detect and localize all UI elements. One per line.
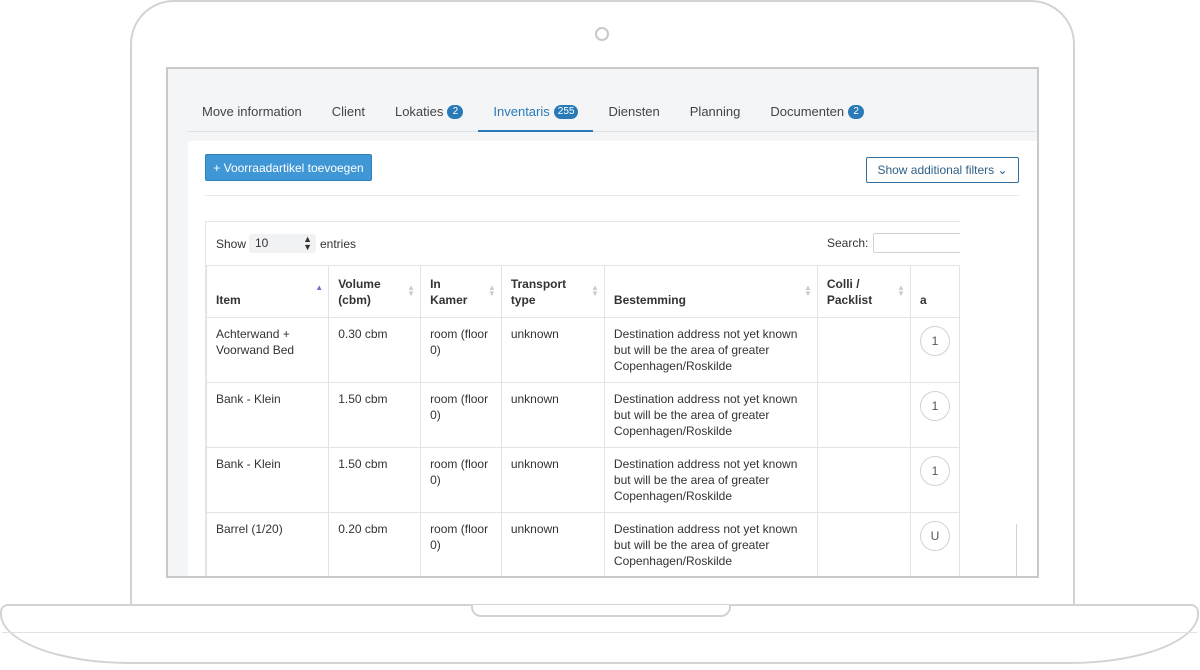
cell-volume: 1.50 cbm: [328, 447, 422, 513]
column-label: Transport: [510, 277, 567, 291]
datatable-controls: Show 10 ▲ ▼ entries Search:: [216, 233, 960, 256]
row-action-button[interactable]: U: [919, 521, 950, 551]
column-header-destination[interactable]: Bestemming ▲ ▼: [603, 265, 818, 318]
tab-label: Move information: [202, 104, 302, 119]
cell-room: room (floor 0): [420, 382, 502, 448]
cell-destination: Destination address not yet known but wi…: [603, 382, 818, 448]
count-badge: 255: [553, 105, 579, 119]
cell-destination: Destination address not yet known but wi…: [603, 512, 818, 576]
cell-colli: [816, 447, 911, 513]
cell-item: Bank - Klein: [206, 447, 330, 513]
cell-actions: 1: [909, 382, 960, 448]
tab-label: Client: [331, 104, 365, 119]
cell-transport: unknown: [500, 512, 605, 576]
inventory-panel: + Voorraadartikel toevoegen Show additio…: [188, 141, 1037, 576]
sort-icon: ▲ ▼: [487, 283, 496, 298]
laptop-hinge: [471, 605, 731, 617]
tab-label: Lokaties: [394, 104, 444, 119]
table-row[interactable]: Bank - Klein 1.50 cbm room (floor 0) unk…: [206, 447, 960, 513]
search-label: Search:: [827, 236, 869, 250]
column-label: Kamer: [430, 293, 468, 307]
cell-actions: 1: [909, 317, 960, 383]
sort-icon: ▲ ▼: [897, 283, 905, 298]
entries-length-value: 10: [255, 236, 269, 250]
select-arrows-icon: ▲ ▼: [303, 234, 312, 252]
cell-actions: U: [909, 512, 960, 576]
column-header-item[interactable]: Item ▲: [206, 265, 330, 318]
column-label: (cbm): [338, 293, 371, 307]
sort-icon: ▲ ▼: [407, 283, 416, 298]
row-action-button[interactable]: 1: [919, 456, 950, 486]
tab-client[interactable]: Client: [317, 69, 380, 131]
cell-volume: 0.20 cbm: [328, 512, 422, 576]
sort-icon: ▲ ▼: [803, 283, 812, 298]
search-input[interactable]: [873, 233, 960, 253]
cell-volume: 1.50 cbm: [328, 382, 422, 448]
cell-volume: 0.30 cbm: [328, 317, 422, 383]
column-header-transport[interactable]: Transport type ▲ ▼: [500, 265, 605, 318]
entries-label: entries: [320, 237, 357, 251]
tab-inventaris[interactable]: Inventaris 255: [478, 69, 594, 132]
laptop-base-line: [2, 632, 1197, 633]
cell-transport: unknown: [500, 382, 605, 448]
column-label: Packlist: [826, 293, 873, 307]
entries-length-select[interactable]: 10 ▲ ▼: [249, 234, 316, 253]
show-label: Show: [216, 237, 247, 251]
cell-destination: Destination address not yet known but wi…: [603, 317, 818, 383]
tab-bar: Move information Client Lokaties 2 Invent…: [187, 69, 1037, 132]
column-label: Volume: [338, 277, 381, 291]
row-action-button[interactable]: 1: [919, 391, 950, 421]
table-row[interactable]: Achterwand + Voorwand Bed 0.30 cbm room …: [206, 317, 960, 383]
sort-asc-icon: ▲: [315, 283, 324, 292]
table-row[interactable]: Barrel (1/20) 0.20 cbm room (floor 0) un…: [206, 512, 960, 576]
tab-label: Inventaris: [493, 104, 550, 119]
table-header-row: Item ▲ Volume (cbm) ▲ ▼ In Kamer ▲ ▼ Tra…: [206, 265, 960, 318]
tab-lokaties[interactable]: Lokaties 2: [380, 69, 478, 131]
inventory-datatable: Show 10 ▲ ▼ entries Search: Item ▲ Volum…: [205, 221, 960, 576]
camera-icon: [595, 27, 609, 41]
column-header-actions[interactable]: a: [909, 265, 960, 318]
column-label: Item: [216, 293, 241, 307]
table-row[interactable]: Bank - Klein 1.50 cbm room (floor 0) unk…: [206, 382, 960, 448]
column-header-colli[interactable]: Colli / Packlist ▲ ▼: [816, 265, 911, 318]
tab-diensten[interactable]: Diensten: [593, 69, 674, 131]
column-label: Bestemming: [613, 293, 686, 307]
tab-planning[interactable]: Planning: [675, 69, 756, 131]
cell-room: room (floor 0): [420, 512, 502, 576]
tab-documenten[interactable]: Documenten 2: [755, 69, 879, 131]
tab-label: Planning: [689, 104, 741, 119]
tab-label: Diensten: [608, 104, 660, 119]
cell-room: room (floor 0): [420, 317, 502, 383]
cell-transport: unknown: [500, 447, 605, 513]
cell-item: Barrel (1/20): [206, 512, 330, 576]
column-label: type: [510, 293, 536, 307]
tab-label: Documenten: [770, 104, 845, 119]
show-filters-button[interactable]: Show additional filters ⌄: [866, 157, 1019, 183]
add-stock-item-button[interactable]: + Voorraadartikel toevoegen: [205, 154, 372, 181]
cell-item: Achterwand + Voorwand Bed: [206, 317, 330, 383]
cell-item: Bank - Klein: [206, 382, 330, 448]
scrollbar-edge[interactable]: [1016, 524, 1017, 576]
cell-colli: [816, 382, 911, 448]
column-label: a: [919, 293, 927, 307]
column-label: In: [430, 277, 441, 291]
divider: [205, 195, 1019, 196]
count-badge: 2: [447, 105, 464, 119]
cell-colli: [816, 317, 911, 383]
row-action-button[interactable]: 1: [919, 326, 950, 356]
sort-icon: ▲ ▼: [591, 283, 599, 298]
cell-room: room (floor 0): [420, 447, 502, 513]
cell-transport: unknown: [500, 317, 605, 383]
cell-colli: [816, 512, 911, 576]
column-label: Colli /: [826, 277, 860, 291]
inventory-table: Item ▲ Volume (cbm) ▲ ▼ In Kamer ▲ ▼ Tra…: [206, 265, 960, 576]
cell-actions: 1: [909, 447, 960, 513]
count-badge: 2: [848, 105, 865, 119]
cell-destination: Destination address not yet known but wi…: [603, 447, 818, 513]
column-header-volume[interactable]: Volume (cbm) ▲ ▼: [328, 265, 422, 318]
app-screen: Move information Client Lokaties 2 Invent…: [166, 67, 1039, 578]
tab-move-information[interactable]: Move information: [187, 69, 317, 131]
column-header-room[interactable]: In Kamer ▲ ▼: [420, 265, 502, 318]
